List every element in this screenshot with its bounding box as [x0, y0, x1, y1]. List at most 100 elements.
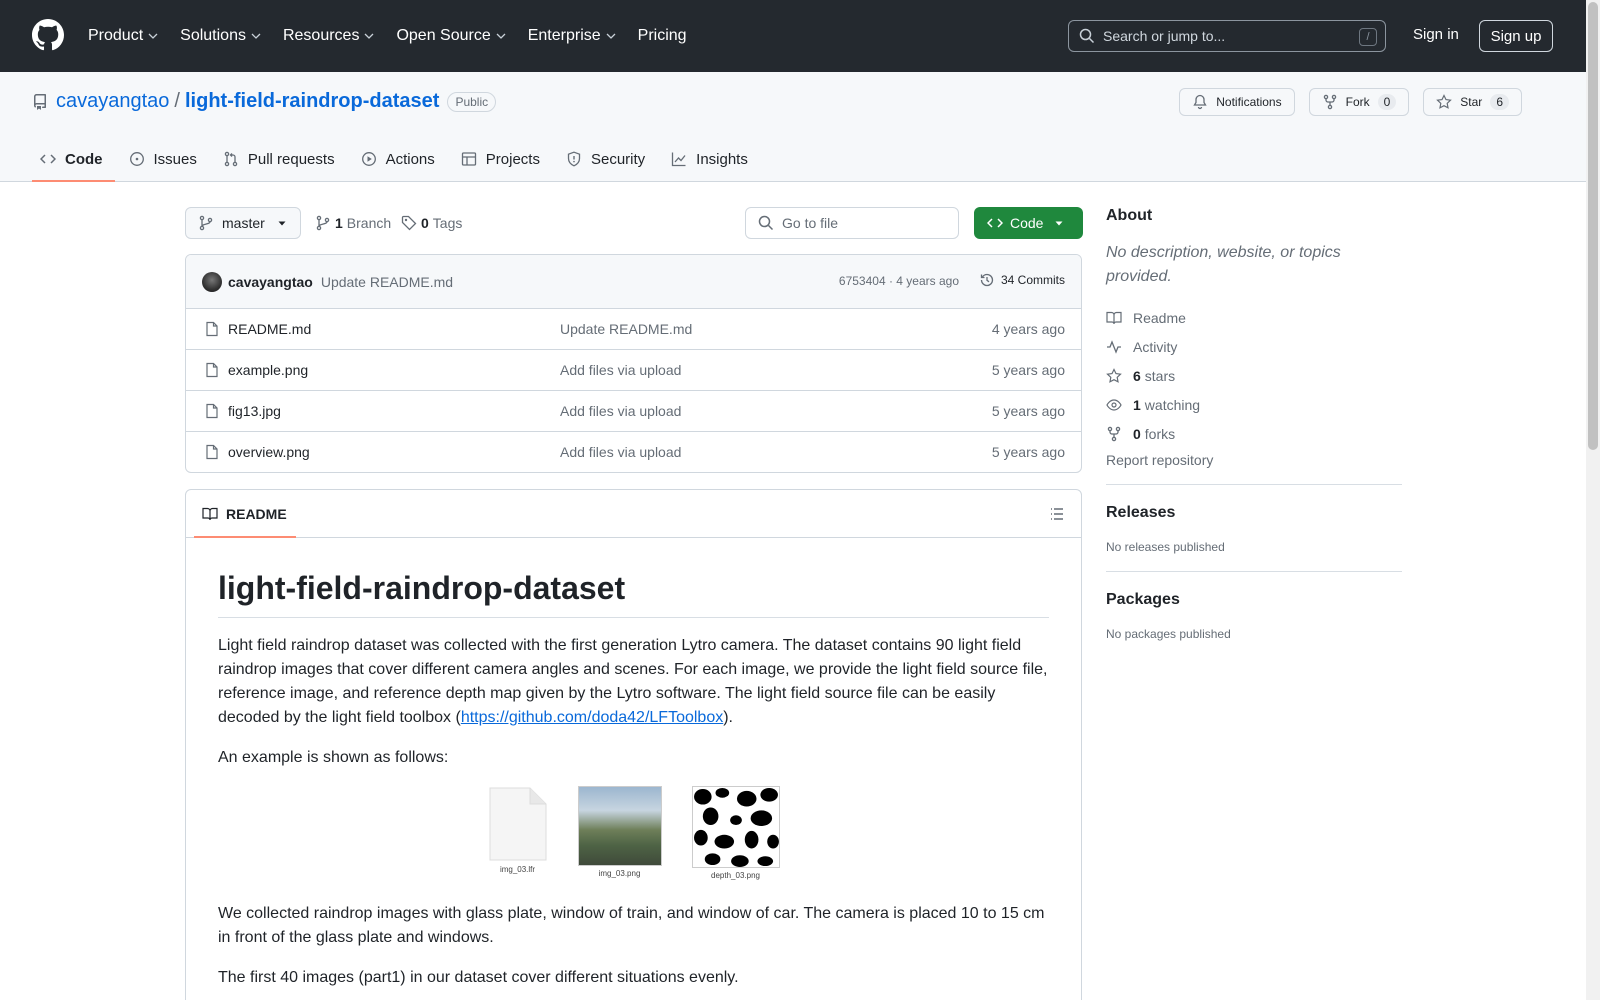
file-row[interactable]: README.md Update README.md 4 years ago — [186, 309, 1081, 350]
pulse-icon — [1107, 339, 1121, 354]
chevron-down-icon — [496, 33, 506, 39]
readme-paragraph: Light field raindrop dataset was collect… — [218, 634, 1049, 730]
branches-link[interactable]: 1 Branch — [315, 207, 391, 239]
search-icon — [1079, 28, 1095, 44]
global-search-input[interactable]: Search or jump to... / — [1068, 20, 1386, 52]
github-logo-icon[interactable] — [32, 19, 64, 51]
branch-bar: master 1 Branch 0 Tags Go to file Code — [185, 207, 1083, 239]
repo-owner-link[interactable]: cavayangtao — [56, 90, 169, 113]
repo-separator: / — [174, 90, 180, 112]
readme-link-label: Readme — [1133, 309, 1186, 326]
caret-down-icon — [1055, 221, 1063, 226]
list-toc-icon[interactable] — [1049, 506, 1065, 522]
branch-count: 1 — [335, 215, 343, 231]
file-commit-message[interactable]: Add files via upload — [560, 403, 681, 419]
readme-text: ). — [723, 709, 733, 726]
branch-select-button[interactable]: master — [185, 207, 301, 239]
file-commit-message[interactable]: Update README.md — [560, 321, 692, 337]
readme-link[interactable]: Readme — [1106, 303, 1402, 332]
readme-paragraph: We collected raindrop images with glass … — [218, 905, 1045, 946]
nav-pricing-label: Pricing — [637, 27, 687, 44]
page-scrollbar[interactable] — [1586, 0, 1600, 1000]
report-repository-link[interactable]: Report repository — [1106, 452, 1402, 485]
stars-link[interactable]: 6 stars — [1106, 361, 1402, 390]
tab-pull-requests-label: Pull requests — [247, 150, 335, 168]
branch-icon — [316, 215, 330, 231]
sign-in-link[interactable]: Sign in — [1413, 26, 1459, 43]
tab-issues[interactable]: Issues — [121, 136, 209, 182]
tab-pull-requests[interactable]: Pull requests — [215, 136, 347, 182]
global-nav: Product Solutions Resources Open Source … — [88, 0, 709, 72]
commit-count: 34 Commits — [1000, 273, 1065, 287]
nav-resources-label: Resources — [282, 27, 360, 44]
commit-author[interactable]: cavayangtao — [228, 274, 313, 290]
file-commit-message[interactable]: Add files via upload — [560, 362, 681, 378]
scrollbar-thumb[interactable] — [1588, 2, 1598, 450]
latest-commit-bar: cavayangtao Update README.md 6753404 · 4… — [186, 255, 1081, 309]
file-icon — [206, 403, 218, 419]
activity-link[interactable]: Activity — [1106, 332, 1402, 361]
repo-name-link[interactable]: light-field-raindrop-dataset — [185, 90, 439, 113]
lftoolbox-link[interactable]: https://github.com/doda42/LFToolbox — [461, 709, 723, 726]
tab-actions-label: Actions — [385, 150, 435, 168]
nav-enterprise-label: Enterprise — [527, 27, 601, 44]
visibility-badge: Public — [447, 91, 497, 112]
file-name[interactable]: example.png — [228, 362, 308, 378]
releases-heading[interactable]: Releases — [1106, 504, 1402, 522]
avatar[interactable] — [202, 271, 222, 292]
file-commit-message[interactable]: Add files via upload — [560, 444, 681, 460]
file-name[interactable]: overview.png — [228, 444, 310, 460]
file-row[interactable]: fig13.jpg Add files via upload 5 years a… — [186, 391, 1081, 432]
repo-header: cavayangtao / light-field-raindrop-datas… — [0, 72, 1586, 182]
nav-enterprise[interactable]: Enterprise — [528, 27, 616, 45]
tab-actions[interactable]: Actions — [353, 136, 447, 182]
file-row[interactable]: example.png Add files via upload 5 years… — [186, 350, 1081, 391]
notifications-label: Notifications — [1216, 95, 1282, 109]
file-name[interactable]: README.md — [228, 321, 311, 337]
tags-link[interactable]: 0 Tags — [401, 207, 462, 239]
releases-empty-text: No releases published — [1106, 540, 1225, 554]
file-icon — [206, 321, 218, 337]
watchers-link[interactable]: 1 watching — [1106, 390, 1402, 419]
tab-security[interactable]: Security — [558, 136, 657, 182]
nav-resources[interactable]: Resources — [283, 27, 374, 45]
star-button[interactable]: Star 6 — [1423, 88, 1522, 116]
activity-link-label: Activity — [1133, 338, 1178, 355]
file-age: 5 years ago — [991, 403, 1065, 419]
tab-code[interactable]: Code — [32, 136, 115, 182]
chevron-down-icon — [364, 33, 374, 39]
packages-heading[interactable]: Packages — [1106, 591, 1402, 609]
search-placeholder: Search or jump to... — [1103, 28, 1226, 44]
forks-label: forks — [1144, 425, 1176, 442]
file-row[interactable]: overview.png Add files via upload 5 year… — [186, 432, 1081, 472]
file-icon — [206, 362, 218, 378]
nav-open-source[interactable]: Open Source — [396, 27, 506, 45]
forks-link[interactable]: 0 forks — [1106, 419, 1402, 448]
code-dropdown-button[interactable]: Code — [974, 207, 1083, 239]
nav-product[interactable]: Product — [88, 27, 158, 45]
commit-meta[interactable]: 6753404 · 4 years ago — [839, 274, 959, 288]
forks-count: 0 — [1133, 425, 1141, 442]
fork-button[interactable]: Fork 0 — [1308, 88, 1410, 116]
star-label: Star — [1460, 95, 1483, 109]
tag-count: 0 — [421, 215, 429, 231]
packages-section: Packages No packages published — [1106, 572, 1402, 658]
caret-down-icon — [278, 221, 286, 226]
commit-message[interactable]: Update README.md — [321, 274, 453, 290]
sign-up-button[interactable]: Sign up — [1479, 20, 1553, 52]
about-heading: About — [1106, 207, 1153, 224]
tab-code-label: Code — [65, 150, 103, 168]
nav-pricing[interactable]: Pricing — [638, 27, 687, 45]
issue-icon — [129, 152, 144, 166]
notifications-button[interactable]: Notifications — [1179, 88, 1295, 116]
file-name[interactable]: fig13.jpg — [228, 403, 281, 419]
nav-solutions[interactable]: Solutions — [180, 27, 261, 45]
pull-request-icon — [224, 151, 238, 167]
commits-link[interactable]: 34 Commits — [979, 272, 1065, 288]
go-to-file-input[interactable]: Go to file — [745, 207, 959, 239]
tab-insights[interactable]: Insights — [663, 136, 760, 182]
readme-paragraph: The first 40 images (part1) in our datas… — [218, 969, 739, 986]
readme-tab[interactable]: README — [194, 490, 296, 538]
tab-projects[interactable]: Projects — [453, 136, 552, 182]
file-age: 4 years ago — [991, 321, 1065, 337]
